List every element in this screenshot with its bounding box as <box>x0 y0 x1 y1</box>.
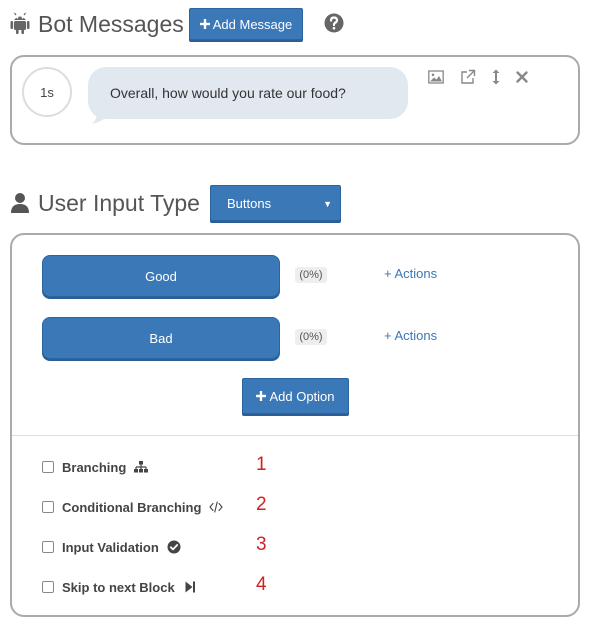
option-button-good[interactable]: Good <box>42 255 280 297</box>
plus-icon <box>256 391 267 401</box>
external-link-icon[interactable] <box>460 69 476 85</box>
close-icon[interactable] <box>514 69 530 85</box>
caret-down-icon: ▼ <box>323 199 332 209</box>
add-option-label: Add Option <box>269 388 335 404</box>
move-vertical-icon[interactable] <box>488 69 504 85</box>
help-icon[interactable] <box>324 13 344 33</box>
option-label: Bad <box>149 330 173 346</box>
bot-message-card: 1s Overall, how would you rate our food? <box>10 55 580 145</box>
plus-icon <box>199 19 210 29</box>
input-validation-row: Input Validation <box>42 537 181 557</box>
option-label: Good <box>145 268 177 284</box>
conditional-branching-checkbox[interactable] <box>42 501 54 513</box>
delay-indicator[interactable]: 1s <box>22 67 72 117</box>
add-message-button[interactable]: Add Message <box>189 8 303 40</box>
option-button-bad[interactable]: Bad <box>42 317 280 359</box>
user-icon <box>11 193 29 213</box>
bubble-tail <box>92 109 112 124</box>
input-type-select[interactable]: Buttons ▼ <box>210 185 341 221</box>
input-validation-label: Input Validation <box>62 539 159 555</box>
bot-messages-header: Bot Messages <box>10 8 184 40</box>
annotation-number: 2 <box>256 494 267 515</box>
image-icon[interactable] <box>428 69 444 85</box>
input-type-value: Buttons <box>227 195 272 211</box>
step-forward-icon <box>185 581 195 593</box>
check-circle-icon <box>167 540 181 554</box>
option-percent-badge: (0%) <box>295 267 327 283</box>
option-percent-badge: (0%) <box>295 329 327 345</box>
branching-row: Branching <box>42 457 149 477</box>
skip-block-label: Skip to next Block <box>62 579 175 595</box>
add-option-button[interactable]: Add Option <box>242 378 349 414</box>
user-input-header: User Input Type <box>10 186 200 220</box>
branching-checkbox[interactable] <box>42 461 54 473</box>
sitemap-icon <box>134 461 149 473</box>
skip-block-checkbox[interactable] <box>42 581 54 593</box>
actions-link[interactable]: + Actions <box>384 328 437 343</box>
branching-label: Branching <box>62 459 127 475</box>
message-bubble[interactable]: Overall, how would you rate our food? <box>88 67 408 119</box>
message-text: Overall, how would you rate our food? <box>110 85 346 101</box>
annotation-number: 3 <box>256 534 267 555</box>
skip-block-row: Skip to next Block <box>42 577 197 597</box>
user-input-card: Good (0%) + Actions Bad (0%) + Actions A… <box>10 233 580 617</box>
conditional-branching-label: Conditional Branching <box>62 499 202 515</box>
conditional-branching-row: Conditional Branching <box>42 497 224 517</box>
annotation-number: 1 <box>256 454 267 475</box>
bot-messages-title: Bot Messages <box>38 10 184 37</box>
actions-link[interactable]: + Actions <box>384 266 437 281</box>
user-input-title: User Input Type <box>38 189 200 216</box>
code-icon <box>209 501 224 513</box>
annotation-number: 4 <box>256 574 267 595</box>
input-validation-checkbox[interactable] <box>42 541 54 553</box>
add-message-label: Add Message <box>212 16 293 32</box>
divider <box>12 435 578 436</box>
android-icon <box>10 12 30 34</box>
